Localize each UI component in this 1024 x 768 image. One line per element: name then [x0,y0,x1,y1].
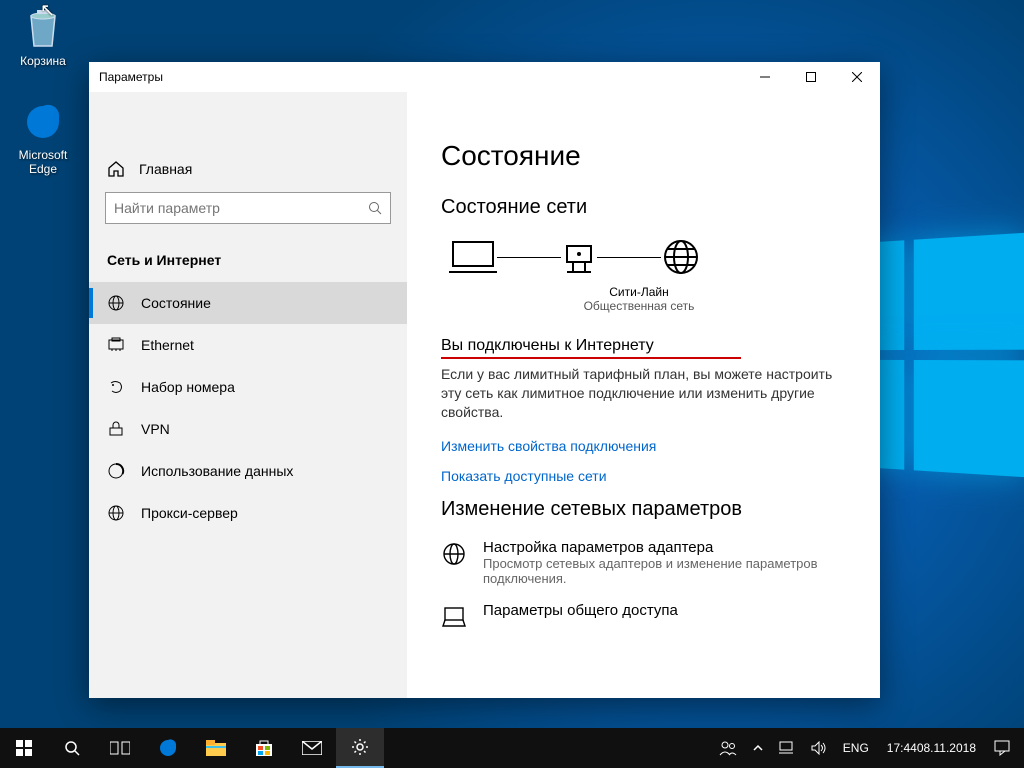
search-icon [368,201,382,215]
taskbar-taskview[interactable] [96,728,144,768]
network-type: Общественная сеть [549,299,729,313]
tray-network-icon[interactable] [771,728,803,768]
sidebar-item-vpn[interactable]: VPN [89,408,407,450]
dialup-icon [107,378,125,396]
network-diagram [449,237,846,277]
home-label: Главная [139,161,192,177]
taskbar-search[interactable] [48,728,96,768]
option-title: Параметры общего доступа [483,602,678,619]
tray-date: 08.11.2018 [917,741,976,755]
settings-main: Состояние Состояние сети Сити-Лайн Общес… [407,92,880,698]
start-button[interactable] [0,728,48,768]
connected-header: Вы подключены к Интернету [441,337,654,355]
sidebar-item-data-usage[interactable]: Использование данных [89,450,407,492]
taskbar-mail[interactable] [288,728,336,768]
system-tray: ENG 17:44 08.11.2018 [711,728,1024,768]
sidebar-section-header: Сеть и Интернет [89,242,407,282]
router-icon [561,238,597,276]
home-icon [107,160,125,178]
vpn-icon [107,420,125,438]
sharing-icon [441,604,469,632]
tray-clock[interactable]: 17:44 08.11.2018 [877,728,986,768]
taskbar[interactable]: ENG 17:44 08.11.2018 [0,728,1024,768]
search-input[interactable] [114,200,368,216]
window-titlebar[interactable]: Параметры [89,62,880,92]
tray-people[interactable] [711,728,745,768]
link-change-connection-properties[interactable]: Изменить свойства подключения [441,438,846,454]
desktop-icon-label: Microsoft Edge [6,148,80,176]
option-adapter-settings[interactable]: Настройка параметров адаптера Просмотр с… [441,539,846,586]
option-desc: Просмотр сетевых адаптеров и изменение п… [483,556,846,586]
tray-time: 17:44 [887,741,917,755]
proxy-icon [107,504,125,522]
sidebar-item-label: Ethernet [141,337,194,353]
settings-sidebar: Главная Сеть и Интернет Состояние Ethern… [89,92,407,698]
desktop-edge[interactable]: Microsoft Edge [6,100,80,176]
option-title: Настройка параметров адаптера [483,539,846,556]
network-name: Сити-Лайн [549,285,729,299]
window-minimize-button[interactable] [742,62,788,92]
status-icon [107,294,125,312]
tray-volume-icon[interactable] [803,728,835,768]
window-title: Параметры [89,70,742,84]
section-change-network-settings: Изменение сетевых параметров [441,498,846,521]
tray-action-center-icon[interactable] [986,728,1018,768]
sidebar-item-label: Прокси-сервер [141,505,238,521]
window-maximize-button[interactable] [788,62,834,92]
sidebar-item-label: Состояние [141,295,211,311]
taskbar-store[interactable] [240,728,288,768]
annotation-underline [441,357,741,359]
sidebar-item-label: Набор номера [141,379,235,395]
sidebar-item-proxy[interactable]: Прокси-сервер [89,492,407,534]
pc-icon [449,238,497,276]
taskbar-edge[interactable] [144,728,192,768]
show-desktop-button[interactable] [1018,728,1024,768]
recycle-bin-icon [21,6,65,50]
sidebar-item-dialup[interactable]: Набор номера [89,366,407,408]
sidebar-item-label: Использование данных [141,463,293,479]
data-usage-icon [107,462,125,480]
taskbar-explorer[interactable] [192,728,240,768]
desktop-icon-label: Корзина [6,54,80,68]
settings-window: Параметры Главная Сеть и Интернет Состоя… [89,62,880,698]
link-show-available-networks[interactable]: Показать доступные сети [441,468,846,484]
tray-language[interactable]: ENG [835,728,877,768]
option-sharing-settings[interactable]: Параметры общего доступа [441,602,846,632]
page-title: Состояние [441,140,846,172]
ethernet-icon [107,336,125,354]
settings-search[interactable] [105,192,391,224]
window-close-button[interactable] [834,62,880,92]
adapter-icon [441,541,469,569]
section-network-status: Состояние сети [441,196,846,219]
home-button[interactable]: Главная [89,146,407,192]
connected-body: Если у вас лимитный тарифный план, вы мо… [441,365,846,422]
sidebar-item-label: VPN [141,421,170,437]
sidebar-item-ethernet[interactable]: Ethernet [89,324,407,366]
edge-icon [21,100,65,144]
globe-icon [661,237,701,277]
sidebar-item-status[interactable]: Состояние [89,282,407,324]
diagram-caption: Сити-Лайн Общественная сеть [549,285,729,313]
taskbar-settings[interactable] [336,728,384,768]
tray-chevron-up-icon[interactable] [745,728,771,768]
desktop-recycle-bin[interactable]: Корзина [6,6,80,68]
